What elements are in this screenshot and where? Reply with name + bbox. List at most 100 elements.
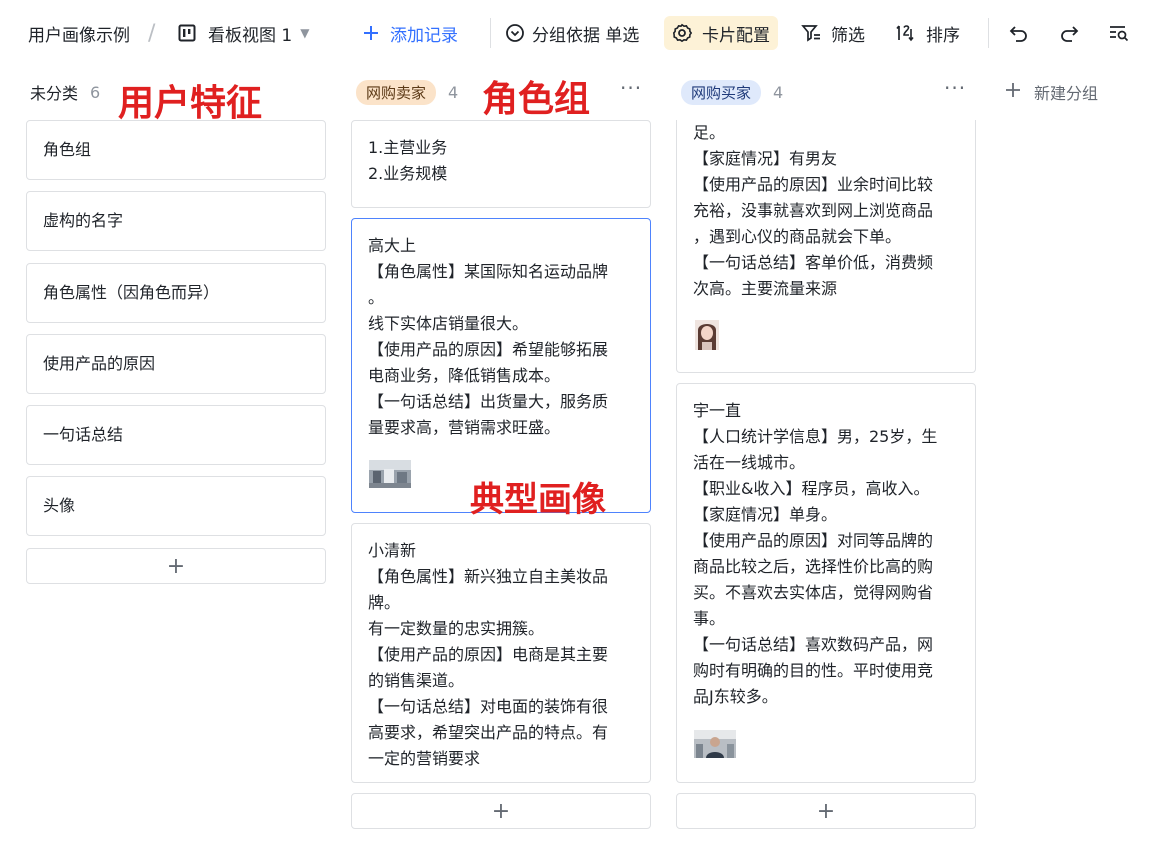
card-line: 品J东较多。: [693, 687, 778, 706]
column-count: 4: [448, 82, 459, 102]
breadcrumb: 用户画像示例 /: [28, 14, 155, 52]
undo-icon: [1008, 23, 1030, 43]
record-card[interactable]: 高大上 【角色属性】某国际知名运动品牌 。 线下实体店销量很大。 【使用产品的原…: [351, 218, 651, 513]
card-line: ，遇到心仪的商品就会下单。: [693, 227, 902, 246]
field-card[interactable]: 头像: [26, 476, 326, 536]
card-line: 足。: [693, 123, 726, 142]
card-config-label: 卡片配置: [702, 25, 770, 46]
undo-button[interactable]: [1008, 14, 1030, 52]
new-group-button[interactable]: 新建分组: [1004, 74, 1098, 110]
group-by-button[interactable]: 分组依据 单选: [505, 14, 639, 52]
field-card-label: 虚构的名字: [43, 211, 124, 230]
search-records-button[interactable]: [1108, 14, 1130, 52]
annotation-user-features: 用户特征: [118, 83, 263, 124]
column-title: 未分类: [30, 84, 79, 103]
gear-icon: [672, 23, 692, 43]
field-card-label: 使用产品的原因: [43, 354, 156, 373]
group-tag: 网购卖家: [356, 79, 437, 105]
card-line: 次高。主要流量来源: [693, 279, 838, 298]
breadcrumb-root[interactable]: 用户画像示例: [28, 21, 130, 46]
card-config-button[interactable]: 卡片配置: [664, 16, 778, 50]
card-line: 【使用产品的原因】对同等品牌的: [693, 531, 934, 550]
group-tag: 网购买家: [681, 79, 762, 105]
card-line: 宇一直: [693, 401, 742, 420]
field-card[interactable]: 角色组: [26, 120, 326, 180]
card-line: 电商业务，降低销售成本。: [368, 366, 561, 385]
column-more-button[interactable]: ···: [944, 76, 966, 100]
toolbar-divider: [988, 18, 989, 48]
annotation-typical-persona: 典型画像: [470, 480, 606, 520]
card-line: 【角色属性】新兴独立自主美妆品: [368, 567, 609, 586]
card-line: 商品比较之后，选择性价比高的购: [693, 557, 934, 576]
card-line: 【一句话总结】客单价低，消费频: [693, 253, 934, 272]
column-count: 4: [773, 82, 784, 102]
avatar-thumbnail[interactable]: [369, 460, 411, 488]
avatar-thumbnail[interactable]: [694, 730, 736, 758]
card-line: 【一句话总结】出货量大，服务质: [368, 392, 609, 411]
check-circle-icon: [505, 23, 525, 43]
plus-icon: [362, 24, 380, 42]
add-card-button[interactable]: +: [351, 793, 651, 829]
plus-icon: +: [816, 798, 836, 824]
plus-icon: [1004, 81, 1022, 103]
record-card[interactable]: 宇一直 【人口统计学信息】男，25岁，生 活在一线城市。 【职业&收入】程序员，…: [676, 383, 976, 783]
column-count: 6: [90, 82, 101, 102]
sort-icon: [896, 23, 918, 43]
card-line: 1.主营业务: [368, 138, 448, 157]
card-line: 【家庭情况】有男友: [693, 149, 838, 168]
redo-icon: [1058, 23, 1080, 43]
card-line: 的销售渠道。: [368, 671, 465, 690]
toolbar: 用户画像示例 / 看板视图 1 ▼ 添加记录 分组依据 单选 卡片配置 筛选 排…: [0, 0, 1153, 66]
card-line: 2.业务规模: [368, 164, 448, 183]
sort-button[interactable]: 排序: [896, 14, 960, 52]
card-line: 【职业&收入】程序员，高收入。: [693, 479, 930, 498]
card-line: 购时有明确的目的性。平时使用竞: [693, 661, 934, 680]
card-line: 高要求，希望突出产品的特点。有: [368, 723, 609, 742]
group-by-label: 分组依据 单选: [532, 25, 640, 46]
add-card-button[interactable]: +: [26, 548, 326, 584]
card-line: 【一句话总结】对电面的装饰有很: [368, 697, 609, 716]
card-line: 【使用产品的原因】希望能够拓展: [368, 340, 609, 359]
card-line: 【角色属性】某国际知名运动品牌: [368, 262, 609, 281]
card-line: 【人口统计学信息】男，25岁，生: [693, 427, 938, 446]
chevron-down-icon: ▼: [300, 26, 310, 40]
sort-label: 排序: [926, 25, 960, 46]
card-line: 一定的营销要求: [368, 749, 481, 768]
card-line: 小清新: [368, 541, 417, 560]
field-card[interactable]: 使用产品的原因: [26, 334, 326, 394]
filter-icon: [801, 23, 821, 43]
card-line: 活在一线城市。: [693, 453, 806, 472]
view-switcher[interactable]: 看板视图 1 ▼: [178, 14, 309, 52]
column-header-seller: 网购卖家 4: [356, 72, 458, 112]
field-card[interactable]: 虚构的名字: [26, 191, 326, 251]
toolbar-divider: [490, 18, 491, 48]
record-card[interactable]: 1.主营业务 2.业务规模: [351, 120, 651, 208]
card-line: 【使用产品的原因】业余时间比较: [693, 175, 934, 194]
field-card-label: 角色属性（因角色而异）: [43, 283, 220, 302]
card-line: 高大上: [368, 236, 417, 255]
card-line: 。: [368, 288, 385, 307]
field-card-label: 头像: [43, 496, 76, 515]
card-line: 量要求高，营销需求旺盛。: [368, 418, 561, 437]
card-line: 【家庭情况】单身。: [693, 505, 838, 524]
add-record-button[interactable]: 添加记录: [362, 14, 458, 52]
column-more-button[interactable]: ···: [620, 76, 642, 100]
card-line: 有一定数量的忠实拥簇。: [368, 619, 545, 638]
search-list-icon: [1108, 23, 1130, 43]
filter-button[interactable]: 筛选: [801, 14, 865, 52]
card-line: 充裕，没事就喜欢到网上浏览商品: [693, 201, 934, 220]
view-name: 看板视图 1: [208, 25, 293, 46]
field-card[interactable]: 一句话总结: [26, 405, 326, 465]
column-header-uncategorized: 未分类 6: [30, 72, 100, 112]
card-line: 买。不喜欢去实体店，觉得网购省: [693, 583, 934, 602]
avatar-thumbnail[interactable]: [695, 320, 719, 350]
record-card[interactable]: 小清新 【角色属性】新兴独立自主美妆品 牌。 有一定数量的忠实拥簇。 【使用产品…: [351, 523, 651, 783]
redo-button[interactable]: [1058, 14, 1080, 52]
field-card-label: 一句话总结: [43, 425, 124, 444]
field-card-label: 角色组: [43, 140, 92, 159]
field-card[interactable]: 角色属性（因角色而异）: [26, 263, 326, 323]
record-card[interactable]: 足。 【家庭情况】有男友 【使用产品的原因】业余时间比较 充裕，没事就喜欢到网上…: [676, 120, 976, 373]
add-card-button[interactable]: +: [676, 793, 976, 829]
filter-label: 筛选: [831, 25, 865, 46]
plus-icon: +: [166, 553, 186, 579]
